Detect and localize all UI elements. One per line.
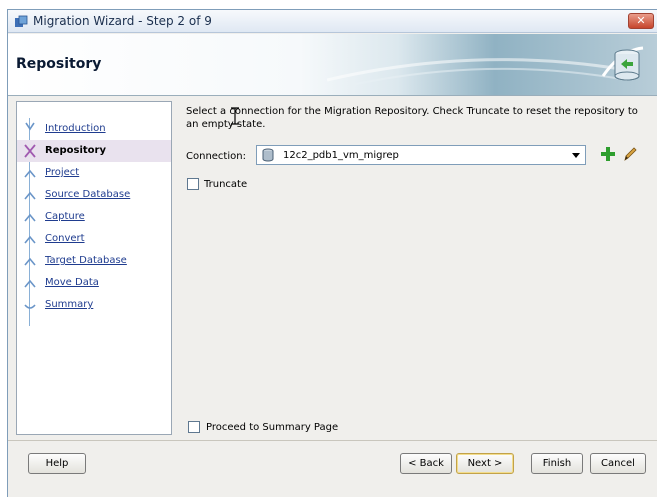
add-connection-icon[interactable] [600,146,616,162]
back-button[interactable]: < Back [400,453,452,474]
proceed-to-summary-checkbox[interactable] [188,421,200,433]
step-node-icon [25,122,35,131]
finish-button[interactable]: Finish [531,453,583,474]
wizard-app-icon [15,15,28,27]
step-node-icon [24,235,36,244]
connection-select[interactable]: 12c2_pdb1_vm_migrep [256,145,586,165]
nav-step-label: Capture [45,211,85,222]
nav-step-label: Convert [45,233,85,244]
nav-step-label: Repository [45,145,106,156]
nav-step-label: Source Database [45,189,131,200]
nav-step-project[interactable]: Project [17,162,171,184]
wizard-steps-nav: Introduction Repository Project Source D… [16,101,172,435]
edit-connection-pencil-icon[interactable] [622,146,638,162]
nav-step-move-data[interactable]: Move Data [17,272,171,294]
nav-step-summary[interactable]: Summary [17,294,171,316]
repository-panel: Select a connection for the Migration Re… [178,101,648,435]
database-icon [262,148,274,162]
page-title: Repository [16,56,102,72]
help-button[interactable]: Help [28,453,86,474]
header-banner: Repository [8,34,657,96]
database-migration-icon [601,46,644,81]
nav-step-label: Introduction [45,123,106,134]
step-node-icon [24,191,36,200]
banner-swoosh-graphic [327,58,627,87]
text-cursor-icon [231,107,239,125]
next-button[interactable]: Next > [456,453,514,474]
nav-step-label: Move Data [45,277,99,288]
chevron-down-icon[interactable] [572,153,580,158]
nav-step-label: Summary [45,299,94,310]
nav-step-source-database[interactable]: Source Database [17,184,171,206]
nav-step-capture[interactable]: Capture [17,206,171,228]
current-step-node-icon [24,144,36,158]
nav-step-target-database[interactable]: Target Database [17,250,171,272]
step-node-icon [24,257,36,266]
step-node-icon [24,304,36,309]
step-node-icon [24,213,36,222]
migration-wizard-window: Migration Wizard - Step 2 of 9 ✕ Reposit… [7,9,657,497]
truncate-label: Truncate [204,179,248,190]
footer-separator [8,440,657,441]
step-node-icon [24,169,36,178]
cancel-button[interactable]: Cancel [590,453,646,474]
truncate-checkbox[interactable] [187,178,199,190]
close-window-button[interactable]: ✕ [628,13,654,29]
window-title: Migration Wizard - Step 2 of 9 [33,14,212,28]
connection-label: Connection: [186,151,246,162]
step-node-icon [24,279,36,288]
nav-step-repository[interactable]: Repository [17,140,171,162]
nav-step-label: Project [45,167,80,178]
nav-step-convert[interactable]: Convert [17,228,171,250]
instructions-text: Select a connection for the Migration Re… [186,106,638,130]
nav-step-label: Target Database [45,255,127,266]
proceed-to-summary-label: Proceed to Summary Page [206,422,339,433]
nav-step-introduction[interactable]: Introduction [17,118,171,140]
title-bar[interactable]: Migration Wizard - Step 2 of 9 ✕ [8,10,657,33]
connection-value: 12c2_pdb1_vm_migrep [283,150,399,161]
